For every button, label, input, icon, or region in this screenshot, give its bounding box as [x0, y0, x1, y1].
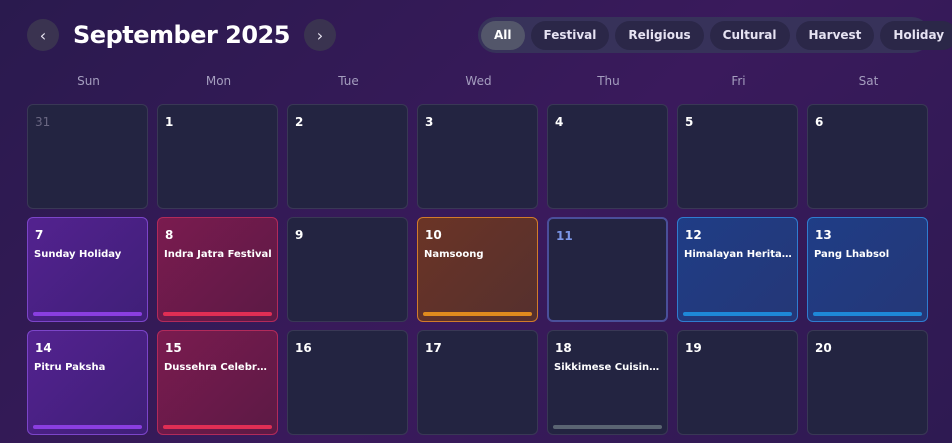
- day-cell[interactable]: 3: [417, 104, 538, 209]
- event-title[interactable]: Pang Lhabsol: [814, 249, 923, 260]
- chevron-right-icon: ›: [316, 25, 324, 45]
- day-number: 10: [425, 228, 442, 242]
- day-number: 19: [685, 341, 702, 355]
- prev-month-button[interactable]: ‹: [27, 19, 59, 51]
- event-title[interactable]: Sikkimese Cuisine Festival: [554, 362, 663, 373]
- event-category-bar: [163, 425, 272, 429]
- calendar-header: ‹ September 2025 ›: [27, 17, 336, 53]
- event-title[interactable]: Pitru Paksha: [34, 362, 143, 373]
- day-cell[interactable]: 7 Sunday Holiday: [27, 217, 148, 322]
- event-title[interactable]: Himalayan Heritage Day: [684, 249, 793, 260]
- event-category-bar: [163, 312, 272, 316]
- filter-festival[interactable]: Festival: [530, 20, 610, 50]
- filter-holiday[interactable]: Holiday: [880, 20, 952, 50]
- event-category-bar: [683, 312, 792, 316]
- day-cell[interactable]: 13 Pang Lhabsol: [807, 217, 928, 322]
- weekday-thu: Thu: [597, 74, 620, 88]
- day-cell[interactable]: 17: [417, 330, 538, 435]
- day-number: 17: [425, 341, 442, 355]
- day-number: 9: [295, 228, 304, 242]
- day-number: 15: [165, 341, 182, 355]
- day-cell[interactable]: 4: [547, 104, 668, 209]
- day-cell[interactable]: 14 Pitru Paksha: [27, 330, 148, 435]
- filter-cultural[interactable]: Cultural: [709, 20, 790, 50]
- day-number: 1: [165, 115, 174, 129]
- filter-religious[interactable]: Religious: [615, 20, 704, 50]
- day-cell[interactable]: 1: [157, 104, 278, 209]
- event-category-bar: [813, 312, 922, 316]
- day-cell[interactable]: 2: [287, 104, 408, 209]
- day-number: 11: [556, 229, 573, 243]
- day-number: 31: [35, 115, 51, 129]
- next-month-button[interactable]: ›: [303, 19, 336, 51]
- day-cell[interactable]: 8 Indra Jatra Festival: [157, 217, 278, 322]
- day-cell[interactable]: 5: [677, 104, 798, 209]
- event-category-bar: [553, 425, 662, 429]
- day-cell[interactable]: 31: [27, 104, 148, 209]
- category-filter-bar: All Festival Religious Cultural Harvest …: [478, 17, 952, 53]
- day-number: 16: [295, 341, 312, 355]
- day-number: 4: [555, 115, 564, 129]
- filter-all[interactable]: All: [481, 20, 525, 50]
- day-cell[interactable]: 6: [807, 104, 928, 209]
- weekday-wed: Wed: [465, 74, 492, 88]
- event-category-bar: [423, 312, 532, 316]
- day-number: 18: [555, 341, 572, 355]
- day-cell[interactable]: 9: [287, 217, 408, 322]
- day-number: 6: [815, 115, 824, 129]
- day-number: 5: [685, 115, 694, 129]
- day-number: 13: [815, 228, 832, 242]
- day-number: 20: [815, 341, 832, 355]
- day-number: 2: [295, 115, 304, 129]
- weekday-sat: Sat: [858, 74, 879, 88]
- day-number: 12: [685, 228, 702, 242]
- event-title[interactable]: Sunday Holiday: [34, 249, 143, 260]
- day-number: 8: [165, 228, 174, 242]
- day-cell[interactable]: 15 Dussehra Celebration: [157, 330, 278, 435]
- day-cell[interactable]: 12 Himalayan Heritage Day: [677, 217, 798, 322]
- filter-harvest[interactable]: Harvest: [795, 20, 875, 50]
- month-title: September 2025: [73, 21, 290, 49]
- day-number: 14: [35, 341, 52, 355]
- day-cell[interactable]: 10 Namsoong: [417, 217, 538, 322]
- event-title[interactable]: Dussehra Celebration: [164, 362, 273, 373]
- chevron-left-icon: ‹: [39, 25, 47, 45]
- day-cell[interactable]: 11: [547, 217, 668, 322]
- day-number: 7: [35, 228, 44, 242]
- weekday-mon: Mon: [205, 74, 232, 88]
- event-category-bar: [33, 312, 142, 316]
- day-cell[interactable]: 16: [287, 330, 408, 435]
- event-category-bar: [33, 425, 142, 429]
- event-title[interactable]: Namsoong: [424, 249, 533, 260]
- day-cell[interactable]: 18 Sikkimese Cuisine Festival: [547, 330, 668, 435]
- day-cell[interactable]: 19: [677, 330, 798, 435]
- day-cell[interactable]: 20: [807, 330, 928, 435]
- weekday-sun: Sun: [77, 74, 100, 88]
- weekday-fri: Fri: [731, 74, 746, 88]
- event-title[interactable]: Indra Jatra Festival: [164, 249, 273, 260]
- weekday-tue: Tue: [338, 74, 359, 88]
- day-number: 3: [425, 115, 434, 129]
